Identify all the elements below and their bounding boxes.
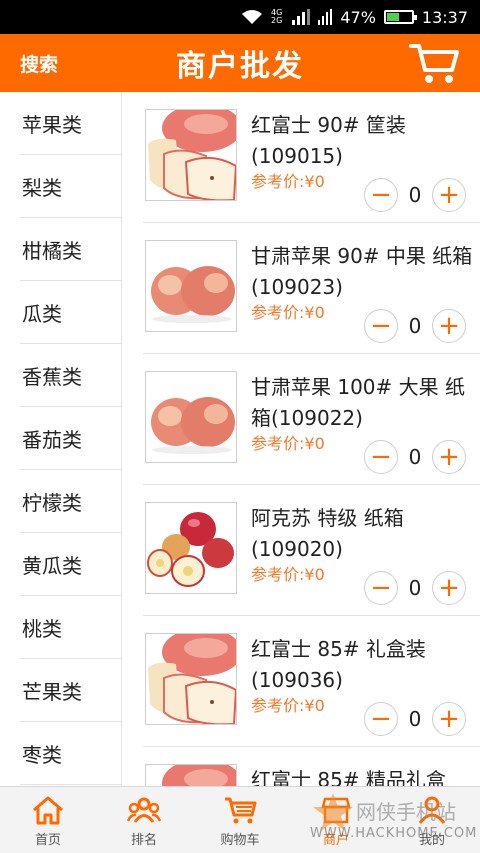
product-item[interactable]: 甘肃苹果 100# 大果 纸箱(109022) 参考价:¥0 − 0 + (143, 354, 480, 485)
category-citrus[interactable]: 柑橘类 (20, 218, 121, 281)
product-price: 参考价:¥0 (251, 696, 325, 715)
battery-percent: 47% (340, 7, 376, 27)
category-tomato[interactable]: 番茄类 (20, 407, 121, 470)
product-item[interactable]: 红富士 85# 礼盒装(109036) 参考价:¥0 − 0 + (143, 616, 480, 747)
quantity-value: 0 (408, 183, 422, 207)
category-mango[interactable]: 芒果类 (20, 659, 121, 722)
app-header: 搜索 商户批发 (0, 34, 480, 92)
category-lemon[interactable]: 柠檬类 (20, 470, 121, 533)
quantity-stepper: − 0 + (364, 178, 466, 212)
home-icon (33, 796, 63, 825)
product-image-two-apples[interactable] (145, 240, 237, 332)
category-cucumber[interactable]: 黄瓜类 (20, 533, 121, 596)
quantity-stepper: − 0 + (364, 702, 466, 736)
category-pear[interactable]: 梨类 (20, 155, 121, 218)
ranking-icon (127, 797, 161, 823)
increase-quantity-button[interactable]: + (432, 571, 466, 605)
quantity-value: 0 (408, 576, 422, 600)
cart-icon (225, 797, 257, 824)
nav-ranking[interactable]: 排名 (96, 787, 192, 853)
decrease-quantity-button[interactable]: − (364, 702, 398, 736)
product-price: 参考价:¥0 (251, 303, 325, 322)
network-type-label: 4G 2G (271, 8, 283, 25)
increase-quantity-button[interactable]: + (432, 702, 466, 736)
category-melon[interactable]: 瓜类 (20, 281, 121, 344)
category-sidebar: 苹果类 梨类 柑橘类 瓜类 香蕉类 番茄类 柠檬类 黄瓜类 桃类 芒果类 枣类 (0, 92, 122, 786)
nav-label: 排名 (130, 833, 157, 848)
product-image-apple-slices[interactable] (145, 633, 237, 725)
battery-icon (383, 10, 417, 24)
nav-label: 首页 (34, 833, 61, 848)
quantity-stepper: − 0 + (364, 440, 466, 474)
increase-quantity-button[interactable]: + (432, 440, 466, 474)
product-image-apple-slices[interactable] (145, 764, 237, 786)
quantity-stepper: − 0 + (364, 309, 466, 343)
nav-home[interactable]: 首页 (0, 787, 96, 853)
product-item[interactable]: 阿克苏 特级 纸箱(109020) 参考价:¥0 − 0 + (143, 485, 480, 616)
product-name: 甘肃苹果 100# 大果 纸箱(109022) (251, 375, 466, 430)
product-name: 红富士 90# 筐装(109015) (251, 113, 406, 168)
increase-quantity-button[interactable]: + (432, 309, 466, 343)
wifi-icon (241, 9, 263, 25)
signal-icon (292, 9, 311, 25)
clock: 13:37 (421, 7, 468, 27)
category-jujube[interactable]: 枣类 (20, 722, 121, 785)
quantity-value: 0 (408, 707, 422, 731)
product-price: 参考价:¥0 (251, 565, 325, 584)
category-apple[interactable]: 苹果类 (20, 92, 121, 155)
decrease-quantity-button[interactable]: − (364, 178, 398, 212)
quantity-stepper: − 0 + (364, 571, 466, 605)
nav-label: 购物车 (220, 833, 260, 848)
product-price: 参考价:¥0 (251, 172, 325, 191)
product-name: 甘肃苹果 90# 中果 纸箱(109023) (251, 244, 473, 299)
cart-icon[interactable] (408, 40, 460, 86)
product-name: 红富士 85# 礼盒装(109036) (251, 637, 426, 692)
product-item[interactable]: 红富士 85# 精品礼盒 (143, 747, 480, 786)
decrease-quantity-button[interactable]: − (364, 440, 398, 474)
product-image-apple-group[interactable] (145, 502, 237, 594)
quantity-value: 0 (408, 314, 422, 338)
nav-cart[interactable]: 购物车 (192, 787, 288, 853)
product-price: 参考价:¥0 (251, 434, 325, 453)
product-item[interactable]: 红富士 90# 筐装(109015) 参考价:¥0 − 0 + (143, 92, 480, 223)
product-image-two-apples[interactable] (145, 371, 237, 463)
increase-quantity-button[interactable]: + (432, 178, 466, 212)
watermark-text: 网侠手机站 (356, 800, 456, 824)
signal-icon-2 (318, 9, 333, 25)
quantity-value: 0 (408, 445, 422, 469)
product-item[interactable]: 甘肃苹果 90# 中果 纸箱(109023) 参考价:¥0 − 0 + (143, 223, 480, 354)
status-bar: 4G 2G 47% 13:37 (0, 0, 480, 34)
decrease-quantity-button[interactable]: − (364, 309, 398, 343)
product-list: 红富士 90# 筐装(109015) 参考价:¥0 − 0 + 甘肃苹果 90#… (123, 92, 480, 786)
product-name: 阿克苏 特级 纸箱(109020) (251, 506, 404, 561)
product-image-apple-slices[interactable] (145, 109, 237, 201)
watermark: 网侠手机站 WWW.HACKHOME.COM (308, 790, 478, 850)
decrease-quantity-button[interactable]: − (364, 571, 398, 605)
search-button[interactable]: 搜索 (20, 34, 58, 92)
product-name: 红富士 85# 精品礼盒 (251, 768, 446, 786)
category-peach[interactable]: 桃类 (20, 596, 121, 659)
page-title: 商户批发 (176, 49, 304, 84)
category-banana[interactable]: 香蕉类 (20, 344, 121, 407)
watermark-url: WWW.HACKHOME.COM (310, 826, 478, 841)
